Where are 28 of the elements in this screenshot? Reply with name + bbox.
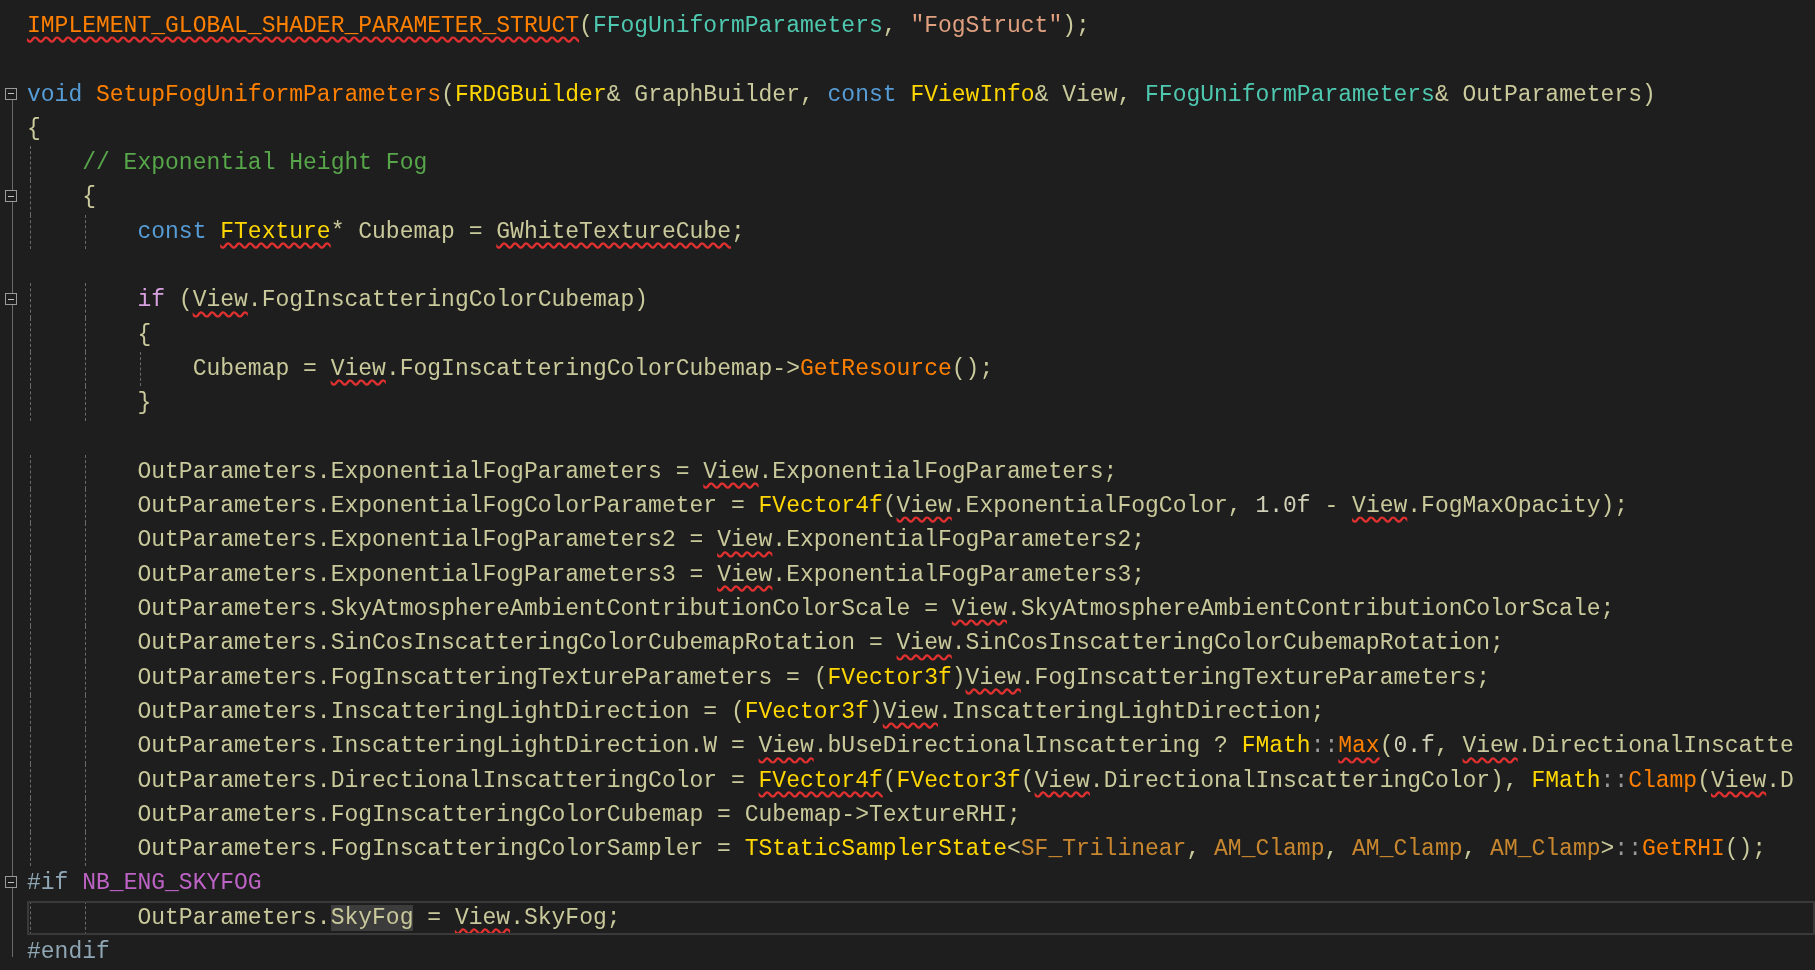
code-line: OutParameters.ExponentialFogColorParameter = FVector4f(View.ExponentialFogColor, 1.0f - View.FogMaxOpacity);: [136, 492, 1629, 522]
code-line: OutParameters.ExponentialFogParameters3 = View.ExponentialFogParameters3;: [136, 560, 1145, 590]
code-line: // Exponential Height Fog: [81, 149, 428, 179]
collapse-icon[interactable]: [5, 190, 17, 203]
code-line: const FTexture* Cubemap = GWhiteTextureCube;: [136, 217, 745, 247]
code-line: OutParameters.FogInscatteringColorCubemap = Cubemap->TextureRHI;: [136, 800, 1021, 830]
code-line: #if NB_ENG_SKYFOG: [27, 869, 262, 899]
code-line: OutParameters.InscatteringLightDirection = (FVector3f)View.InscatteringLightDirection;: [136, 697, 1325, 727]
code-line: {: [27, 114, 41, 144]
code-line: {: [136, 320, 152, 350]
collapse-icon[interactable]: [5, 293, 17, 306]
code-line: }: [136, 389, 152, 419]
code-line: OutParameters.DirectionalInscatteringColor = FVector4f(FVector3f(View.DirectionalInscatteringColor), FMath::Clamp(View.D: [136, 766, 1794, 796]
code-line: #endif: [27, 938, 110, 967]
collapse-icon[interactable]: [5, 876, 17, 889]
code-line: if (View.FogInscatteringColorCubemap): [136, 286, 649, 316]
code-line: {: [81, 183, 96, 213]
code-line: OutParameters.SkyAtmosphereAmbientContributionColorScale = View.SkyAtmosphereAmbientContributionColorScale;: [136, 595, 1615, 625]
code-line: OutParameters.ExponentialFogParameters2 = View.ExponentialFogParameters2;: [136, 526, 1145, 556]
collapse-icon[interactable]: [5, 87, 17, 100]
code-line: OutParameters.FogInscatteringColorSampler = TStaticSamplerState<SF_Trilinear, AM_Clamp, AM_Clamp, AM_Clamp>::GetRHI();: [136, 835, 1767, 865]
code-line: Cubemap = View.FogInscatteringColorCubemap->GetResource();: [191, 354, 994, 384]
code-line: OutParameters.SinCosInscatteringColorCubemapRotation = View.SinCosInscatteringColorCubemapRotation;: [136, 629, 1504, 659]
code-line: void SetupFogUniformParameters(FRDGBuilder& GraphBuilder, const FViewInfo& View, FFogUniformParameters& OutParameters): [27, 80, 1656, 110]
code-line: OutParameters.ExponentialFogParameters = View.ExponentialFogParameters;: [136, 457, 1118, 487]
code-line: OutParameters.FogInscatteringTextureParameters = (FVector3f)View.FogInscatteringTextureParameters;: [136, 663, 1491, 693]
code-line: IMPLEMENT_GLOBAL_SHADER_PARAMETER_STRUCT(FFogUniformParameters, "FogStruct");: [27, 12, 1090, 41]
code-line: OutParameters.InscatteringLightDirection.W = View.bUseDirectionalInscattering ? FMath::Max(0.f, View.DirectionalInscatte: [136, 732, 1794, 762]
